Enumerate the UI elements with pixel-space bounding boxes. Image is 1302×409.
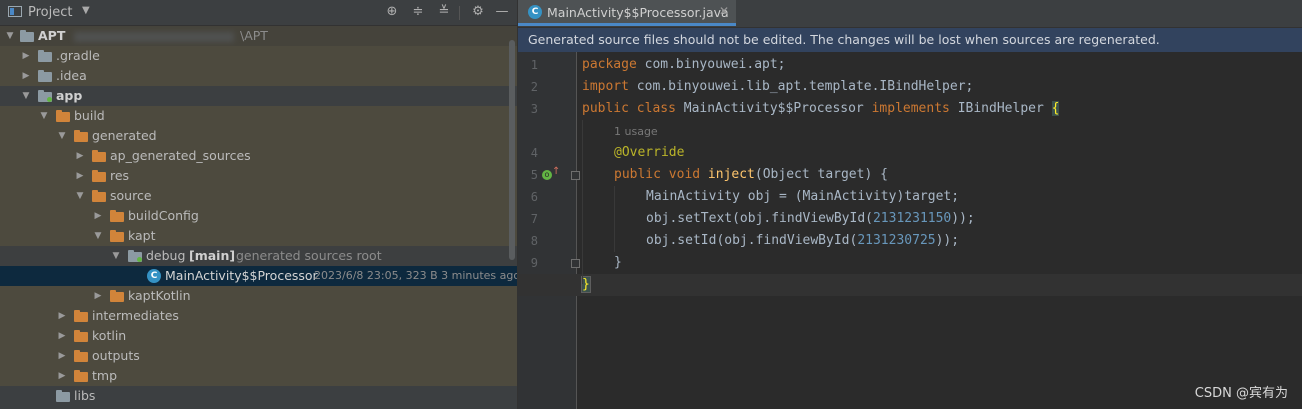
line-number: 2 (530, 80, 538, 94)
code-line-5: public void inject(Object target) { (614, 167, 888, 182)
code-line-4: @Override (614, 145, 685, 160)
folder-icon (74, 310, 88, 322)
implements-method-icon[interactable]: o (542, 170, 552, 180)
line-number: 7 (530, 212, 538, 226)
tree-item-kotlin[interactable]: ▶ kotlin (0, 326, 517, 346)
tree-scrollbar[interactable] (509, 40, 515, 260)
current-line-highlight (518, 274, 1302, 296)
chevron-down-icon[interactable]: ▼ (82, 5, 90, 16)
folder-icon (92, 150, 106, 162)
source-root-badge-icon (137, 257, 142, 262)
code-line-7: obj.setText(obj.findViewById(2131231150)… (646, 211, 975, 226)
expand-all-icon[interactable]: ≑ (410, 4, 426, 20)
line-number: 9 (530, 256, 538, 270)
folder-icon (74, 130, 88, 142)
folder-icon (56, 390, 70, 402)
project-view-icon (8, 6, 22, 17)
collapse-all-icon[interactable]: ≚ (436, 4, 452, 20)
tree-item-kapt[interactable]: ▼ kapt (0, 226, 517, 246)
project-panel-header: Project ▼ ⊕ ≑ ≚ ⚙ — (0, 0, 517, 26)
tree-item-idea[interactable]: ▶ .idea (0, 66, 517, 86)
tree-item-intermediates[interactable]: ▶ intermediates (0, 306, 517, 326)
folder-icon (74, 370, 88, 382)
project-panel-title[interactable]: Project (28, 5, 72, 20)
folder-icon (56, 110, 70, 122)
folder-icon (110, 290, 124, 302)
usage-hint[interactable]: 1 usage (614, 125, 658, 138)
tree-item-tmp[interactable]: ▶ tmp (0, 366, 517, 386)
code-line-2: import com.binyouwei.lib_apt.template.IB… (582, 79, 974, 94)
editor-gutter: 1 2 3 4 5 6 7 8 9 10 (518, 52, 576, 409)
folder-icon (74, 350, 88, 362)
line-number: 3 (530, 102, 538, 116)
arrow-up-icon: ↑ (552, 166, 561, 177)
tree-item-outputs[interactable]: ▶ outputs (0, 346, 517, 366)
line-number: 1 (530, 58, 538, 72)
tree-item-debug[interactable]: ▼ debug [main] generated sources root (0, 246, 517, 266)
code-line-6: MainActivity obj = (MainActivity)target; (646, 189, 960, 204)
editor-tabbar: C MainActivity$$Processor.java ✕ (518, 0, 1302, 28)
module-badge-icon (47, 97, 52, 102)
tree-item-app[interactable]: ▼ app (0, 86, 517, 106)
project-panel: Project ▼ ⊕ ≑ ≚ ⚙ — ▼ APT \APT ▶ .gradle… (0, 0, 517, 409)
fold-marker-icon[interactable] (571, 259, 580, 268)
close-icon[interactable]: ✕ (719, 4, 729, 18)
java-class-icon: C (528, 5, 542, 19)
folder-icon (92, 190, 106, 202)
code-line-10: } (581, 276, 591, 293)
tree-item-gradle[interactable]: ▶ .gradle (0, 46, 517, 66)
hide-icon[interactable]: — (494, 4, 510, 20)
code-line-3: public class MainActivity$$Processor imp… (582, 101, 1060, 116)
tree-item-libs[interactable]: libs (0, 386, 517, 406)
folder-icon (38, 70, 52, 82)
folder-icon (110, 210, 124, 222)
tree-item-build[interactable]: ▼ build (0, 106, 517, 126)
folder-icon (92, 170, 106, 182)
fold-marker-icon[interactable] (571, 171, 580, 180)
redacted-path (74, 32, 234, 42)
tree-item-buildconfig[interactable]: ▶ buildConfig (0, 206, 517, 226)
tree-item-ap-generated-sources[interactable]: ▶ ap_generated_sources (0, 146, 517, 166)
watermark: CSDN @宾有为 (1194, 386, 1288, 401)
java-class-icon: C (147, 269, 161, 283)
tree-item-kaptkotlin[interactable]: ▶ kaptKotlin (0, 286, 517, 306)
folder-icon (20, 30, 34, 42)
tree-item-mainactivity-processor[interactable]: C MainActivity$$Processor 2023/6/8 23:05… (0, 266, 517, 286)
code-line-8: obj.setId(obj.findViewById(2131230725)); (646, 233, 960, 248)
tree-item-res[interactable]: ▶ res (0, 166, 517, 186)
folder-icon (38, 50, 52, 62)
line-number: 4 (530, 146, 538, 160)
locate-icon[interactable]: ⊕ (384, 4, 400, 20)
tab-mainactivity-processor[interactable]: C MainActivity$$Processor.java ✕ (518, 0, 736, 26)
line-number: 5 (530, 168, 538, 182)
tree-item-source[interactable]: ▼ source (0, 186, 517, 206)
code-line-9: } (614, 255, 622, 270)
line-number: 8 (530, 234, 538, 248)
line-number: 6 (530, 190, 538, 204)
tree-item-generated[interactable]: ▼ generated (0, 126, 517, 146)
folder-icon (110, 230, 124, 242)
code-line-1: package com.binyouwei.apt; (582, 57, 786, 72)
editor-panel: C MainActivity$$Processor.java ✕ Generat… (518, 0, 1302, 409)
settings-icon[interactable]: ⚙ (470, 4, 486, 20)
folder-icon (74, 330, 88, 342)
generated-source-banner: Generated source files should not be edi… (518, 28, 1302, 52)
